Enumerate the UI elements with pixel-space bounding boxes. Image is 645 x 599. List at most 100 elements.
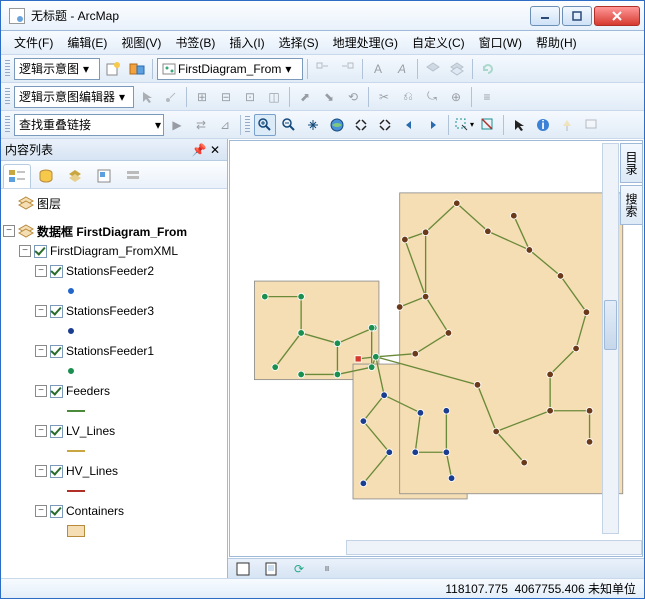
editor-menu[interactable]: 逻辑示意图编辑器▾ (14, 86, 134, 108)
pause-draw-icon[interactable]: ⏸ (316, 558, 338, 580)
map-canvas[interactable]: 目录 搜索 (229, 140, 643, 557)
zoom-in-icon[interactable] (254, 114, 276, 136)
pointer-icon[interactable] (508, 114, 530, 136)
checkbox[interactable] (50, 305, 63, 318)
tree-node[interactable]: −FirstDiagram_FromXML (3, 241, 225, 261)
menu-item[interactable]: 帮助(H) (529, 32, 584, 53)
new-schematic-icon[interactable] (102, 58, 124, 80)
next-extent-icon[interactable] (422, 114, 444, 136)
ed3-icon[interactable]: ⊡ (239, 86, 261, 108)
ed9-icon[interactable]: ⎌ (397, 86, 419, 108)
ed4-icon[interactable]: ◫ (263, 86, 285, 108)
vertical-scrollbar[interactable] (602, 143, 619, 534)
close-panel-icon[interactable]: ✕ (207, 142, 223, 158)
ed7-icon[interactable]: ⟲ (342, 86, 364, 108)
layout-view-icon[interactable] (260, 558, 282, 580)
list-by-source-tab[interactable] (32, 164, 60, 188)
layers2-icon[interactable] (446, 58, 468, 80)
move-node-icon[interactable] (160, 86, 182, 108)
select-features-icon[interactable]: ▾ (453, 114, 475, 136)
menu-item[interactable]: 编辑(E) (60, 32, 114, 53)
identify-icon[interactable]: i (532, 114, 554, 136)
symbol-row (3, 521, 225, 541)
list-by-visibility-tab[interactable] (61, 164, 89, 188)
checkbox[interactable] (50, 265, 63, 278)
find-overlap-dropdown[interactable]: 查找重叠链接▾ (14, 114, 164, 136)
schematic-props-icon[interactable] (126, 58, 148, 80)
menu-item[interactable]: 视图(V) (114, 32, 168, 53)
checkbox[interactable] (50, 505, 63, 518)
menu-item[interactable]: 自定义(C) (405, 32, 472, 53)
run-task-icon[interactable]: ▶ (166, 114, 188, 136)
ed6-icon[interactable]: ⬊ (318, 86, 340, 108)
schematic-menu[interactable]: 逻辑示意图▾ (14, 58, 100, 80)
zoom-fixed-in-icon[interactable] (350, 114, 372, 136)
tree-node[interactable]: −StationsFeeder2 (3, 261, 225, 281)
checkbox[interactable] (50, 425, 63, 438)
data-view-icon[interactable] (232, 558, 254, 580)
catalog-dock-tab[interactable]: 目录 (620, 143, 642, 183)
close-button[interactable] (594, 6, 640, 26)
tree-node[interactable]: −Containers (3, 501, 225, 521)
task3-icon[interactable]: ⊿ (214, 114, 236, 136)
clear-selection-icon[interactable] (477, 114, 499, 136)
list-by-selection-tab[interactable] (90, 164, 118, 188)
checkbox[interactable] (50, 345, 63, 358)
toc-tree[interactable]: 图层 −数据框 FirstDiagram_From−FirstDiagram_Fr… (1, 189, 227, 578)
ed8-icon[interactable]: ✂ (373, 86, 395, 108)
checkbox[interactable] (50, 465, 63, 478)
hyperlink-icon[interactable] (556, 114, 578, 136)
tree-node[interactable]: −StationsFeeder3 (3, 301, 225, 321)
ed11-icon[interactable]: ⊕ (445, 86, 467, 108)
diagram-dropdown[interactable]: FirstDiagram_From▾ (157, 58, 303, 80)
horizontal-scrollbar[interactable] (346, 540, 642, 555)
toc-header[interactable]: 内容列表 📌 ✕ (1, 139, 227, 161)
menu-item[interactable]: 地理处理(G) (326, 32, 405, 53)
refresh-view-icon[interactable]: ⟳ (288, 558, 310, 580)
titlebar[interactable]: 无标题 - ArcMap (1, 1, 644, 31)
html-popup-icon[interactable] (580, 114, 602, 136)
tree-node[interactable]: 图层 (3, 193, 225, 213)
edit-pointer-icon[interactable] (136, 86, 158, 108)
ed12-icon[interactable]: ≡ (476, 86, 498, 108)
ed5-icon[interactable]: ⬈ (294, 86, 316, 108)
options-tab[interactable] (119, 164, 147, 188)
propagate2-icon[interactable] (336, 58, 358, 80)
task2-icon[interactable]: ⇄ (190, 114, 212, 136)
prev-extent-icon[interactable] (398, 114, 420, 136)
refresh-icon[interactable] (477, 58, 499, 80)
menu-item[interactable]: 文件(F) (7, 32, 60, 53)
minimize-button[interactable] (530, 6, 560, 26)
grip-icon[interactable] (5, 88, 10, 106)
ed10-icon[interactable]: ⤿ (421, 86, 443, 108)
tree-node[interactable]: −HV_Lines (3, 461, 225, 481)
zoom-fixed-out-icon[interactable] (374, 114, 396, 136)
grip-icon[interactable] (5, 116, 10, 134)
tool-a1-icon[interactable]: A (367, 58, 389, 80)
menu-item[interactable]: 选择(S) (272, 32, 326, 53)
pan-icon[interactable] (302, 114, 324, 136)
zoom-out-icon[interactable] (278, 114, 300, 136)
propagate-icon[interactable] (312, 58, 334, 80)
list-by-drawing-tab[interactable] (3, 164, 31, 188)
tool-a2-icon[interactable]: A (391, 58, 413, 80)
full-extent-icon[interactable] (326, 114, 348, 136)
tree-label: HV_Lines (66, 464, 118, 478)
tree-node[interactable]: −LV_Lines (3, 421, 225, 441)
checkbox[interactable] (34, 245, 47, 258)
maximize-button[interactable] (562, 6, 592, 26)
grip-icon[interactable] (5, 60, 10, 78)
pin-icon[interactable]: 📌 (191, 142, 207, 158)
menu-item[interactable]: 书签(B) (168, 32, 222, 53)
layers-icon[interactable] (422, 58, 444, 80)
tree-node[interactable]: −数据框 FirstDiagram_From (3, 221, 225, 241)
ed1-icon[interactable]: ⊞ (191, 86, 213, 108)
menu-item[interactable]: 插入(I) (222, 32, 271, 53)
tree-node[interactable]: −StationsFeeder1 (3, 341, 225, 361)
tree-node[interactable]: −Feeders (3, 381, 225, 401)
search-dock-tab[interactable]: 搜索 (620, 185, 642, 225)
menu-item[interactable]: 窗口(W) (472, 32, 529, 53)
grip-icon[interactable] (245, 116, 250, 134)
checkbox[interactable] (50, 385, 63, 398)
ed2-icon[interactable]: ⊟ (215, 86, 237, 108)
